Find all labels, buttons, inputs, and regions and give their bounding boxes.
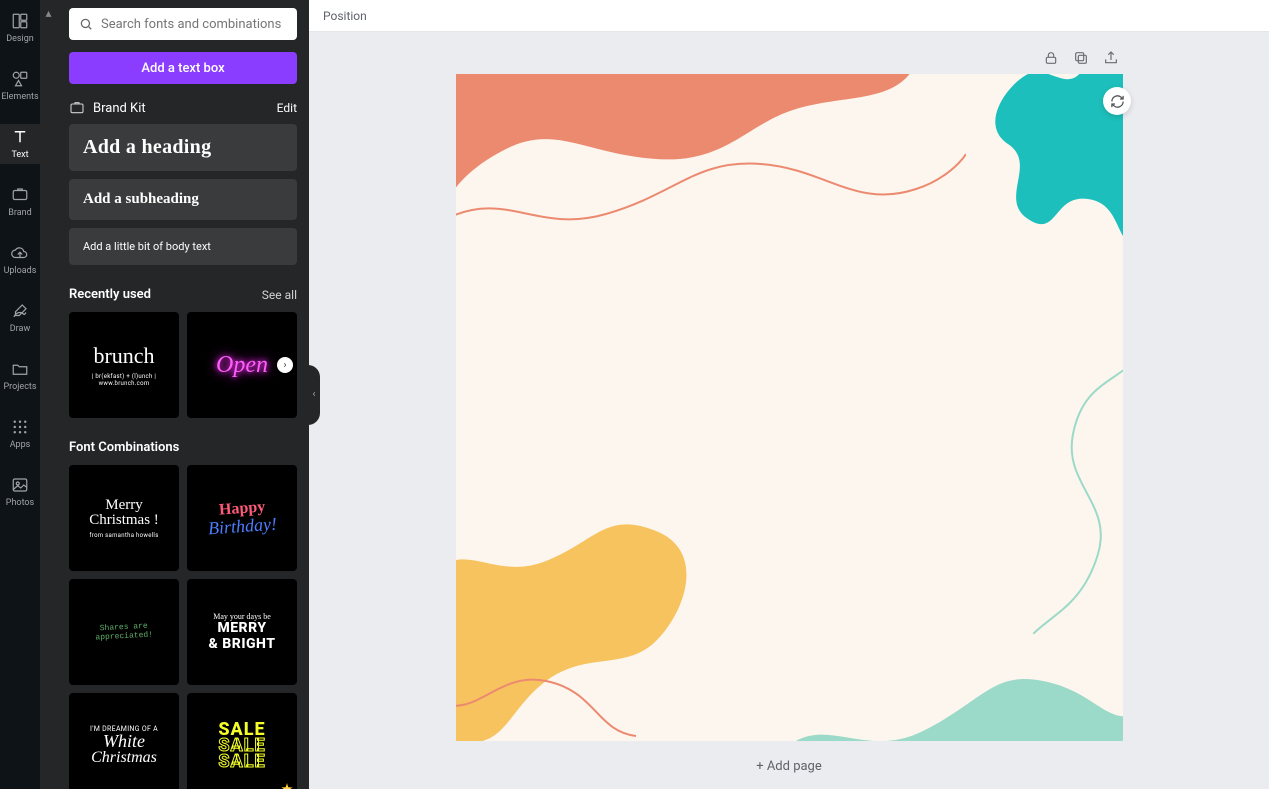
sync-icon [1110,94,1125,109]
recently-used-header: Recently used See all [69,287,297,302]
duplicate-page-icon[interactable] [1073,50,1089,66]
chevron-up-icon: ▴ [45,6,51,20]
merry-line1: Merry [105,498,143,513]
add-text-box-button[interactable]: Add a text box [69,52,297,84]
projects-icon [11,360,29,378]
sale-line3: SALE [218,754,265,770]
happy-line2: Birthday! [207,513,277,539]
position-button[interactable]: Position [323,9,367,23]
combo-thumb-bright[interactable]: May your days be MERRY & BRIGHT [187,579,297,685]
collapse-panel-button[interactable]: ‹ [308,365,320,425]
lock-icon[interactable] [1043,50,1059,66]
rail-item-text[interactable]: Text [0,124,40,164]
tile-heading-text: Add a heading [83,136,283,159]
blob-mint [783,621,1123,741]
search-icon [79,17,93,31]
rail-label: Draw [10,324,30,334]
white-line3: Christmas [91,749,157,767]
combo-thumb-sale[interactable]: SALE SALE SALE [187,693,297,789]
add-subheading-tile[interactable]: Add a subheading [69,179,297,220]
rail-label: Uploads [4,266,37,276]
rail-item-elements[interactable]: Elements [0,66,40,106]
tile-sub-text: Add a subheading [83,191,283,208]
rail-label: Projects [4,382,37,392]
blob-teal [963,74,1123,294]
search-input[interactable] [101,17,287,32]
rail-label: Brand [8,208,31,218]
uploads-icon [11,244,29,262]
brand-kit-edit-link[interactable]: Edit [277,101,297,115]
rail-item-uploads[interactable]: Uploads [0,240,40,280]
brandkit-icon [69,100,85,116]
brand-kit-row: Brand Kit Edit [69,100,297,116]
brunch-sub: | br(ekfast) + (l)unch | [92,373,156,380]
combo-thumb-happy[interactable]: Happy Birthday! [187,465,297,571]
blob-gold [456,511,736,741]
shares-line: Shares are appreciated! [69,620,180,644]
text-icon [11,128,29,146]
add-heading-tile[interactable]: Add a heading [69,124,297,171]
merry-line3: from samantha howells [89,532,158,539]
see-all-link[interactable]: See all [262,288,297,302]
brand-kit-label: Brand Kit [93,101,146,116]
search-box[interactable] [69,8,297,40]
bright-line2: MERRY [217,621,266,636]
photos-icon [11,476,29,494]
combo-thumb-white[interactable]: I'M DREAMING OF A White Christmas [69,693,179,789]
rail-item-brand[interactable]: Brand [0,182,40,222]
top-toolbar: Position [309,0,1269,32]
rail-item-draw[interactable]: Draw [0,298,40,338]
gutter: ▴ [40,0,57,789]
bright-line3: & BRIGHT [209,637,276,652]
rail-label: Elements [1,92,38,102]
nav-rail: Design Elements Text Brand Uploads Draw … [0,0,40,789]
rail-label: Text [11,150,28,160]
font-combos-header: Font Combinations [69,440,297,455]
blob-coral [456,74,966,284]
add-body-tile[interactable]: Add a little bit of body text [69,228,297,265]
font-combos-label: Font Combinations [69,440,179,455]
brand-icon [11,186,29,204]
open-neon: Open [216,352,268,379]
recent-thumb-brunch[interactable]: brunch | br(ekfast) + (l)unch | www.brun… [69,312,179,418]
design-canvas[interactable] [456,74,1123,741]
recent-thumb-open[interactable]: Open › [187,312,297,418]
brunch-main: brunch [93,343,154,369]
draw-icon [11,302,29,320]
rail-item-photos[interactable]: Photos [0,472,40,512]
rail-label: Design [6,34,34,44]
share-icon[interactable] [1103,50,1119,66]
carousel-next-icon[interactable]: › [277,357,293,373]
apps-icon [11,418,29,436]
combo-thumb-shares[interactable]: Shares are appreciated! [69,579,179,685]
page-tools [1043,50,1119,66]
white-line2: White [103,733,145,749]
rail-label: Apps [10,440,31,450]
rail-item-design[interactable]: Design [0,8,40,48]
text-panel: Add a text box Brand Kit Edit Add a head… [57,0,309,789]
recently-used-label: Recently used [69,287,151,302]
merry-line2: Christmas ! [89,513,159,528]
main-area: Position [309,0,1269,789]
rail-label: Photos [6,498,34,508]
elements-icon [11,70,29,88]
canvas-wrap[interactable]: + Add page [309,32,1269,789]
brunch-sub2: www.brunch.com [99,380,150,387]
add-page-button[interactable]: + Add page [456,759,1123,774]
line-mint [1033,354,1123,634]
sync-button[interactable] [1103,87,1131,115]
combo-thumb-merry[interactable]: Merry Christmas ! from samantha howells [69,465,179,571]
rail-item-projects[interactable]: Projects [0,356,40,396]
design-icon [11,12,29,30]
tile-body-text: Add a little bit of body text [83,240,283,253]
rail-item-apps[interactable]: Apps [0,414,40,454]
